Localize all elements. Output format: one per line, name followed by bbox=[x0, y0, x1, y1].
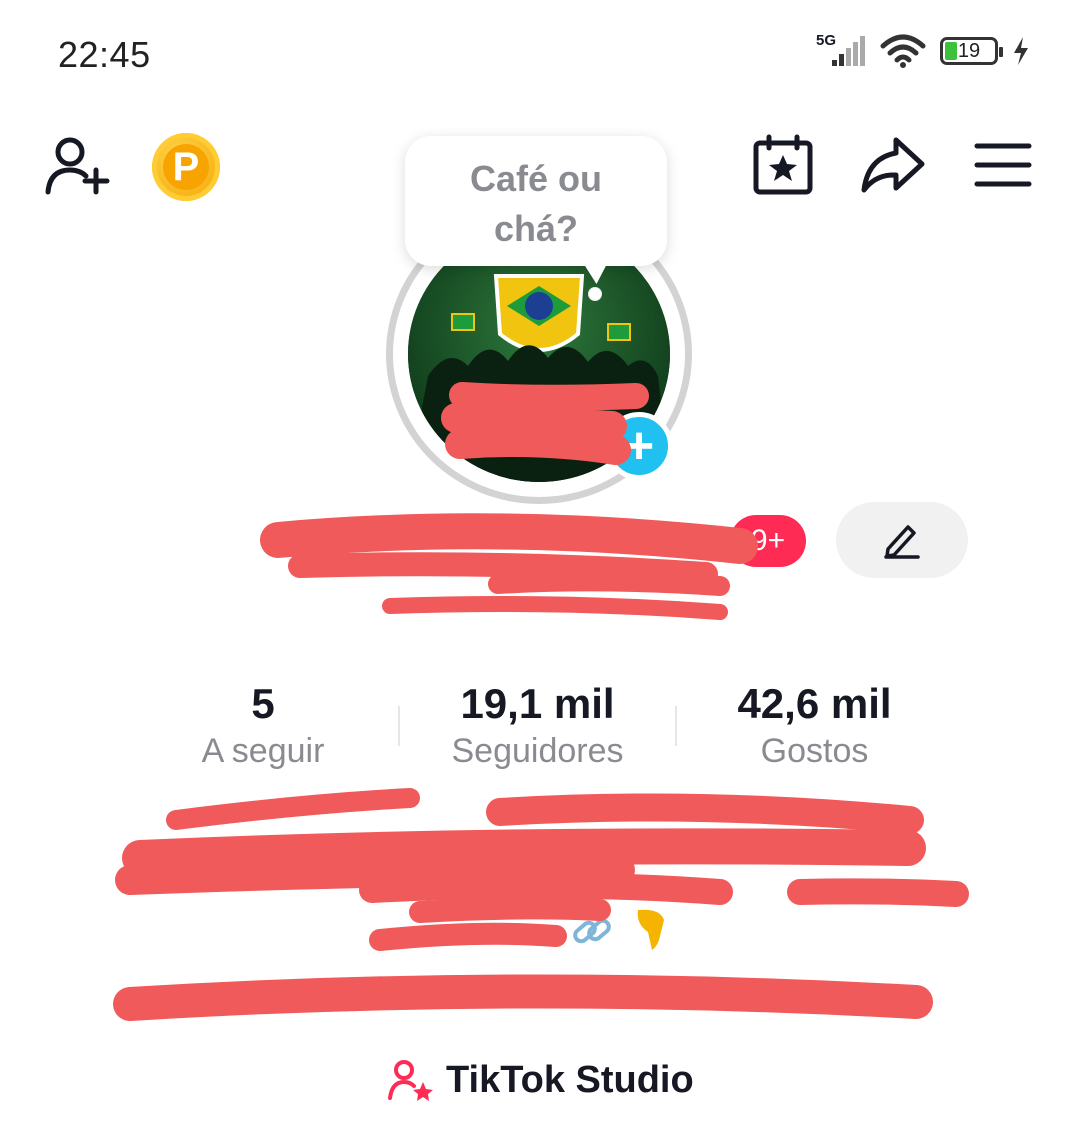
battery-icon: 19 bbox=[940, 37, 1003, 65]
following-label: A seguir bbox=[201, 732, 325, 770]
add-friend-icon bbox=[45, 137, 110, 195]
cellular-signal-icon: 5G bbox=[816, 32, 866, 68]
followers-label: Seguidores bbox=[451, 732, 624, 770]
likes-label: Gostos bbox=[760, 732, 869, 770]
wifi-icon bbox=[880, 34, 926, 68]
share-icon bbox=[861, 137, 925, 193]
share-profile-button[interactable] bbox=[858, 134, 926, 196]
following-count: 5 bbox=[251, 680, 275, 727]
pointing-down-emoji-icon bbox=[637, 909, 664, 950]
stats-row: 5 A seguir 19,1 mil Seguidores 42,6 mil … bbox=[0, 680, 1080, 771]
status-time: 22:45 bbox=[58, 34, 151, 75]
menu-button[interactable] bbox=[974, 142, 1032, 188]
tiktok-studio-button[interactable]: TikTok Studio bbox=[388, 1058, 694, 1102]
stat-followers[interactable]: 19,1 mil Seguidores bbox=[400, 680, 675, 771]
likes-count: 42,6 mil bbox=[737, 680, 892, 727]
calendar-button[interactable] bbox=[752, 134, 814, 196]
tiktok-studio-label: TikTok Studio bbox=[446, 1058, 694, 1101]
menu-icon bbox=[974, 143, 1032, 187]
note-bubble[interactable]: Café ou chá? bbox=[405, 136, 667, 266]
battery-level: 19 bbox=[957, 39, 981, 62]
coin-icon: P bbox=[163, 144, 209, 190]
notification-badge[interactable]: 9+ bbox=[730, 515, 806, 567]
charging-icon bbox=[1014, 37, 1028, 65]
plus-icon: + bbox=[623, 417, 655, 475]
link-emoji-icon bbox=[573, 918, 611, 944]
note-line-1: Café ou bbox=[469, 158, 602, 199]
stat-following[interactable]: 5 A seguir bbox=[128, 680, 398, 771]
coin-button[interactable]: P bbox=[152, 133, 220, 201]
edit-name-button[interactable] bbox=[836, 502, 968, 578]
stat-likes[interactable]: 42,6 mil Gostos bbox=[677, 680, 952, 771]
note-bubble-dot bbox=[588, 287, 602, 301]
pencil-icon bbox=[884, 525, 920, 559]
status-icons: 5G 19 bbox=[816, 32, 1030, 68]
network-type: 5G bbox=[816, 32, 837, 49]
calendar-star-icon bbox=[753, 134, 813, 195]
note-line-2: chá? bbox=[493, 208, 579, 249]
followers-count: 19,1 mil bbox=[460, 680, 615, 727]
creator-star-icon bbox=[388, 1060, 433, 1101]
add-friend-button[interactable] bbox=[44, 134, 112, 198]
add-photo-button[interactable]: + bbox=[605, 412, 673, 480]
